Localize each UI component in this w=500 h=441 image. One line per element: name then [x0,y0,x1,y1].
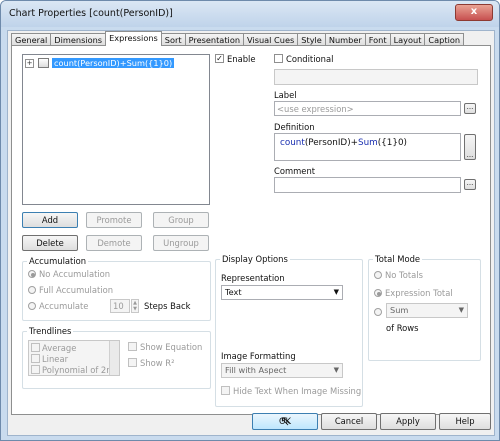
show-r2-label: Show R² [140,358,175,368]
expression-icon [38,58,49,68]
trendlines-group: Trendlines Average Linear Polynomial of … [22,326,211,389]
steps-back-input[interactable]: 10 [110,299,130,313]
conditional-label: Conditional [286,54,334,64]
dialog-body: General Dimensions Expressions Sort Pres… [7,30,495,436]
delete-button[interactable]: Delete [22,235,78,251]
full-accumulation-label: Full Accumulation [39,285,114,295]
definition-text: count(PersonID)+Sum({1}0) [280,138,407,148]
tab-strip: General Dimensions Expressions Sort Pres… [11,31,465,46]
sum-value: Sum [390,305,409,315]
comment-caption: Comment [274,166,316,176]
polynomial-checkbox[interactable] [31,365,40,374]
definition-arg-sum: ({1}0) [377,138,407,148]
trendlines-scrollbar[interactable] [109,341,119,375]
cancel-button[interactable]: Cancel [321,413,377,430]
show-r2-checkbox[interactable] [128,358,137,367]
total-mode-group: Total Mode No Totals Expression Total Su… [368,254,481,361]
expression-tree-label[interactable]: count(PersonID)+Sum({1}0) [52,58,175,68]
expand-icon[interactable]: + [25,58,34,68]
no-totals-label: No Totals [385,270,423,280]
mouse-cursor-icon: ⇖ [280,414,291,429]
sum-radio[interactable] [374,308,382,316]
image-formatting-label: Image Formatting [221,351,296,361]
chevron-down-icon: ▼ [333,288,339,296]
apply-button[interactable]: Apply [380,413,436,430]
trendlines-title: Trendlines [27,326,74,336]
comment-input[interactable] [274,177,461,193]
no-accumulation-radio[interactable] [28,270,36,278]
representation-value: Text [225,287,242,297]
demote-button[interactable]: Demote [86,235,142,251]
label-caption: Label [274,90,297,100]
definition-arg-count: (PersonID)+ [304,138,358,148]
label-edit-button[interactable]: ... [464,103,476,114]
hide-text-label: Hide Text When Image Missing [233,386,362,396]
accumulate-radio[interactable] [28,302,36,310]
no-accumulation-label: No Accumulation [39,269,111,279]
full-accumulation-radio[interactable] [28,286,36,294]
definition-input[interactable]: count(PersonID)+Sum({1}0) [274,133,461,161]
title-bar: Chart Properties [count(PersonID)] x [1,1,499,27]
enable-checkbox[interactable]: ✓ [215,54,224,63]
expression-total-label: Expression Total [385,288,453,298]
add-button[interactable]: Add [22,212,78,228]
chevron-down-icon: ▼ [333,366,339,374]
of-rows-label: of Rows [386,323,419,333]
expression-total-radio[interactable] [374,289,382,297]
conditional-field [274,69,478,85]
ungroup-button[interactable]: Ungroup [153,235,209,251]
average-checkbox[interactable] [31,343,40,352]
trendlines-list[interactable]: Average Linear Polynomial of 2nd d [28,340,120,376]
close-button[interactable]: x [455,4,493,21]
trendline-linear: Linear [42,354,69,364]
representation-label: Representation [221,273,285,283]
no-totals-radio[interactable] [374,271,382,279]
definition-fn-sum: Sum [358,138,378,148]
group-button[interactable]: Group [153,212,209,228]
label-input[interactable]: <use expression> [274,101,461,116]
enable-label: Enable [227,54,256,64]
accumulation-group: Accumulation No Accumulation Full Accumu… [22,256,211,321]
help-button[interactable]: Help [439,413,491,430]
steps-back-label: Steps Back [144,301,191,311]
display-options-group: Display Options Representation Text ▼ Im… [215,254,363,407]
label-placeholder: <use expression> [277,104,354,114]
steps-back-value: 10 [113,301,124,311]
representation-dropdown[interactable]: Text ▼ [221,285,343,300]
image-formatting-value: Fill with Aspect [225,365,287,375]
linear-checkbox[interactable] [31,354,40,363]
accumulation-title: Accumulation [27,256,89,266]
hide-text-checkbox[interactable] [221,386,230,395]
show-equation-label: Show Equation [140,342,203,352]
total-mode-title: Total Mode [373,254,423,264]
definition-edit-button[interactable]: ... [464,134,476,160]
image-formatting-dropdown[interactable]: Fill with Aspect ▼ [221,363,343,378]
show-equation-checkbox[interactable] [128,342,137,351]
trendline-average: Average [42,343,77,353]
chevron-down-icon: ▼ [458,306,464,314]
comment-edit-button[interactable]: ... [464,179,476,190]
chart-properties-window: Chart Properties [count(PersonID)] x Gen… [0,0,500,441]
tab-expressions[interactable]: Expressions [105,31,162,46]
sum-dropdown[interactable]: Sum ▼ [386,303,468,318]
expression-tree[interactable]: + count(PersonID)+Sum({1}0) [22,54,210,205]
conditional-checkbox[interactable] [274,54,283,63]
accumulate-label: Accumulate [39,301,89,311]
display-options-title: Display Options [220,254,290,264]
expressions-panel: + count(PersonID)+Sum({1}0) ✓ Enable Con… [11,45,491,415]
definition-caption: Definition [274,122,315,132]
expression-tree-item[interactable]: + count(PersonID)+Sum({1}0) [25,58,175,68]
promote-button[interactable]: Promote [86,212,142,228]
definition-fn-count: count [280,138,305,148]
steps-back-spinner[interactable]: ▲ ▼ [131,299,139,313]
window-title: Chart Properties [count(PersonID)] [9,8,173,19]
